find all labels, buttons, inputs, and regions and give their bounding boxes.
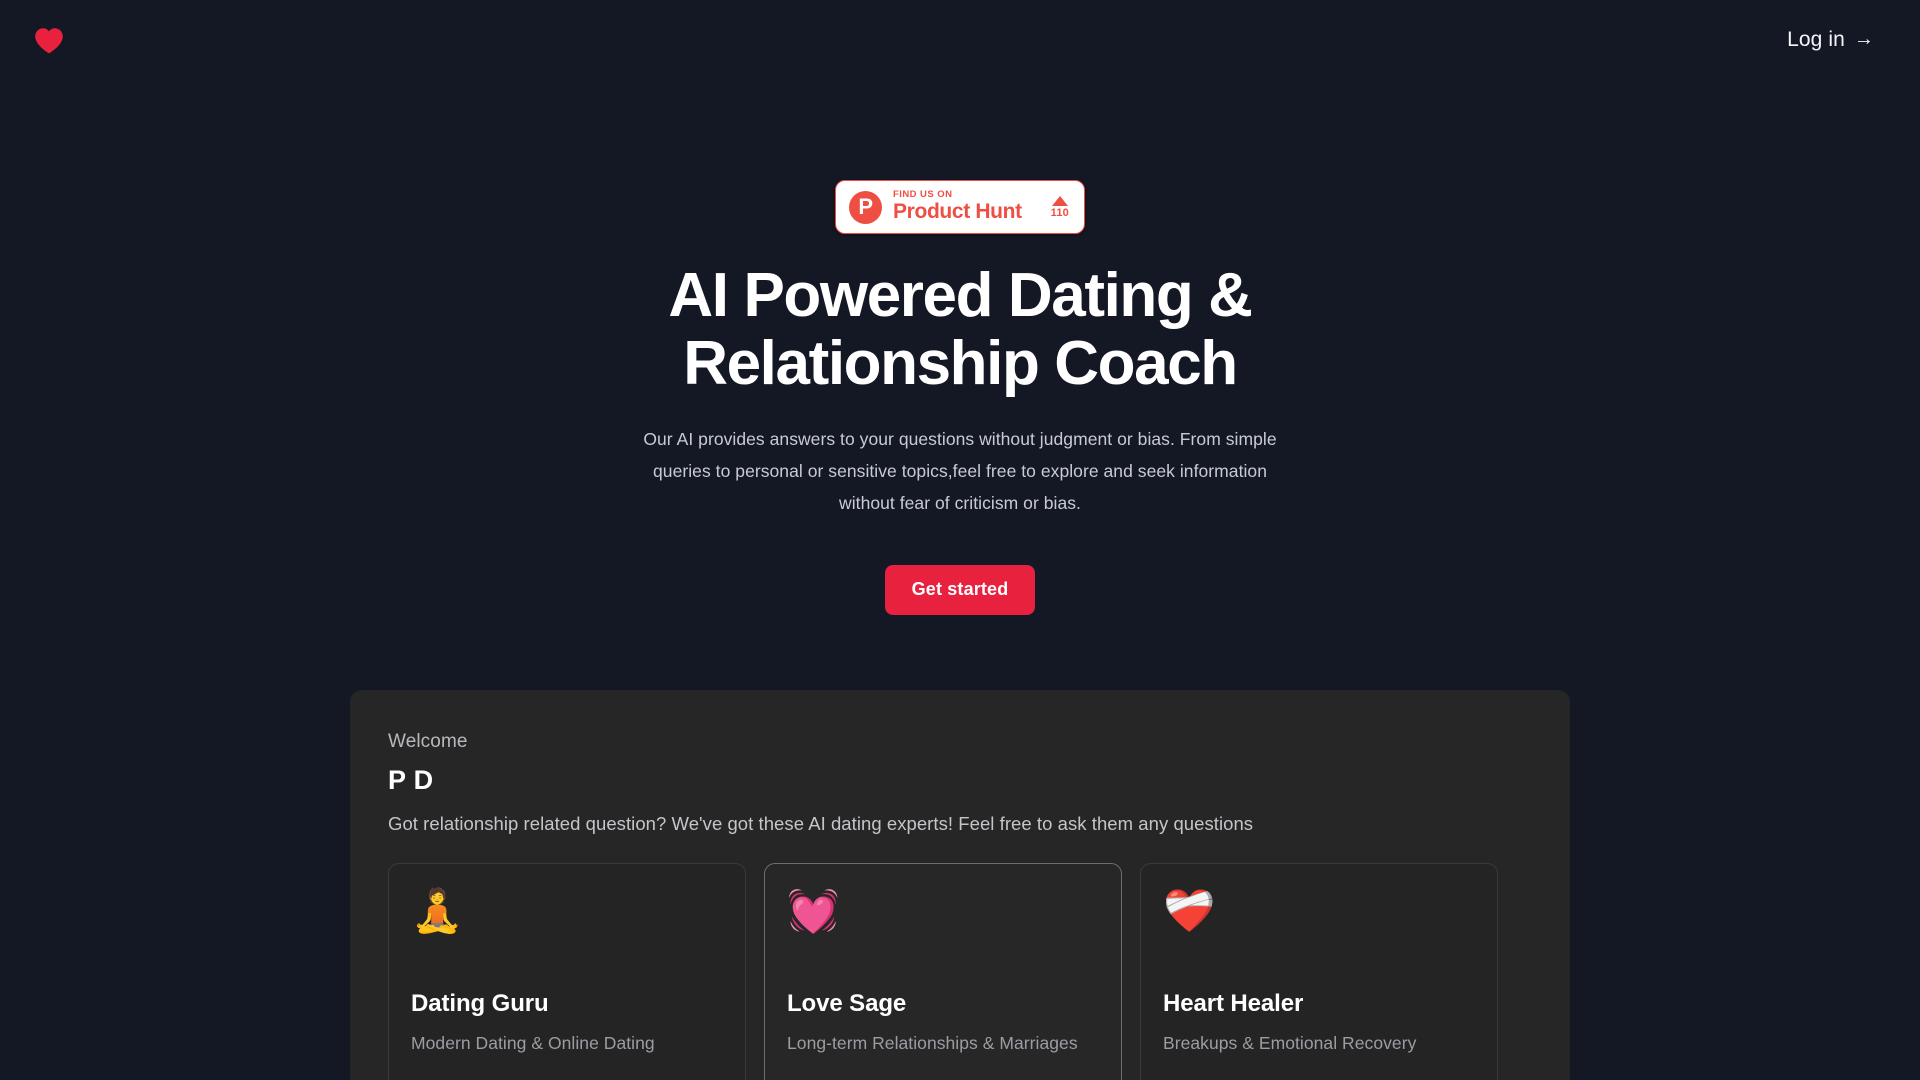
expert-name: Dating Guru xyxy=(411,990,549,1018)
brand-logo-link[interactable] xyxy=(26,17,72,63)
product-hunt-icon: P xyxy=(849,190,882,224)
product-hunt-votes: 110 xyxy=(1050,195,1071,219)
top-navigation-bar: Log in → xyxy=(0,0,1920,80)
panel-description: Got relationship related question? We've… xyxy=(388,813,1254,835)
hero-subtitle: Our AI provides answers to your question… xyxy=(643,429,1277,514)
expert-description: Modern Dating & Online Dating xyxy=(411,1032,655,1053)
person-in-lotus-position-icon: 🧘 xyxy=(411,887,464,935)
login-link[interactable]: Log in → xyxy=(1787,28,1874,52)
product-hunt-title: Product Hunt xyxy=(893,199,1022,223)
page-title: AI Powered Dating & Relationship Coach xyxy=(668,261,1253,399)
user-name: P D xyxy=(388,764,434,795)
mending-heart-icon: ❤️‍🩹 xyxy=(1163,887,1216,935)
product-hunt-badge-text: FIND US ON Product Hunt xyxy=(893,189,1040,223)
expert-name: Heart Healer xyxy=(1163,990,1304,1018)
arrow-right-icon: → xyxy=(1853,28,1874,50)
login-label: Log in xyxy=(1787,28,1845,51)
expert-card[interactable]: 💓 Love Sage Long-term Relationships & Ma… xyxy=(764,863,1122,1080)
heart-icon xyxy=(34,27,64,54)
expert-description: Breakups & Emotional Recovery xyxy=(1163,1032,1417,1053)
expert-card[interactable]: ❤️‍🩹 Heart Healer Breakups & Emotional R… xyxy=(1140,863,1498,1080)
product-hunt-badge[interactable]: P FIND US ON Product Hunt 110 xyxy=(835,180,1085,234)
hero-section: P FIND US ON Product Hunt 110 AI Powered… xyxy=(0,0,1920,615)
get-started-button[interactable]: Get started xyxy=(884,564,1036,615)
expert-description: Long-term Relationships & Marriages xyxy=(787,1032,1078,1053)
cta-row: Get started xyxy=(884,564,1036,615)
upvote-triangle-icon xyxy=(1051,195,1068,206)
expert-card[interactable]: 🧘 Dating Guru Modern Dating & Online Dat… xyxy=(388,863,746,1080)
expert-card-list: 🧘 Dating Guru Modern Dating & Online Dat… xyxy=(388,863,1532,1080)
upvote-count: 110 xyxy=(1050,206,1069,219)
welcome-panel: Welcome P D Got relationship related que… xyxy=(350,690,1570,1080)
beating-heart-icon: 💓 xyxy=(787,887,840,935)
expert-name: Love Sage xyxy=(787,990,907,1018)
welcome-label: Welcome xyxy=(388,731,468,752)
